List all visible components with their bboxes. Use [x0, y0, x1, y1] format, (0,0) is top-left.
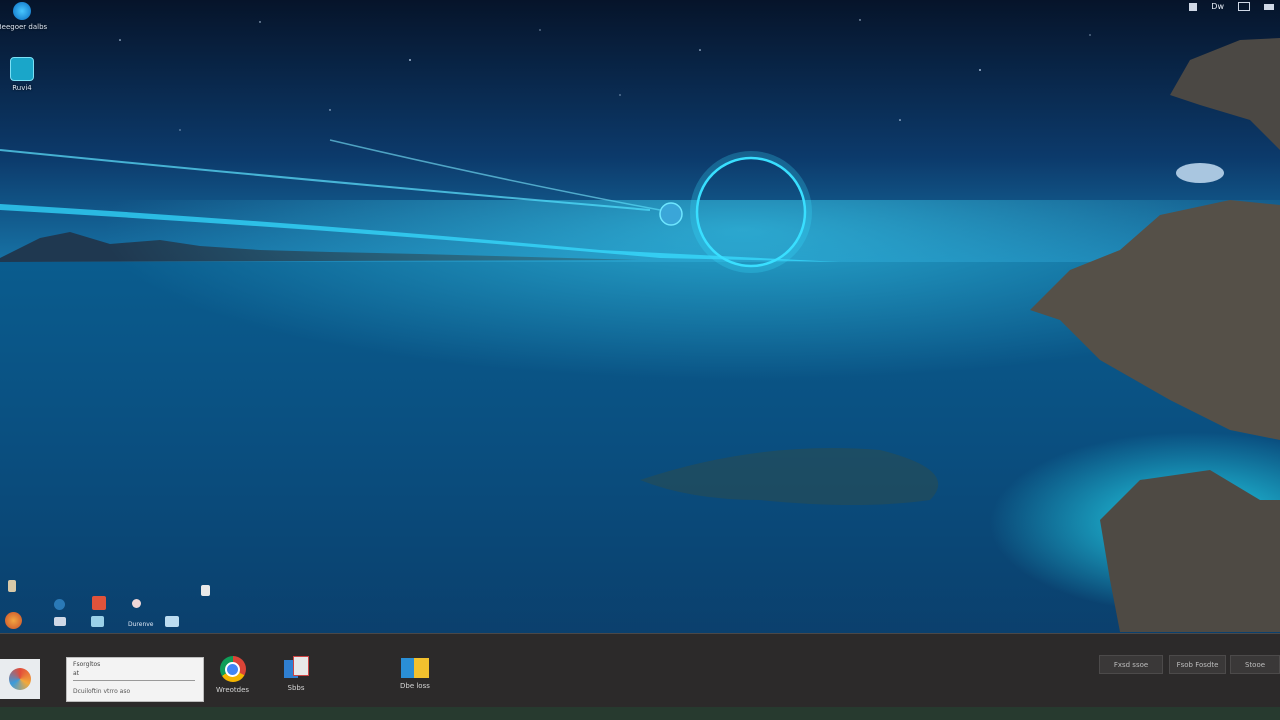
tray-button-2[interactable]: Fsob Fosdte: [1169, 655, 1226, 674]
taskbar-item-chrome[interactable]: Wreotdes: [216, 656, 249, 694]
display-icon[interactable]: [1238, 2, 1250, 11]
window-divider: [73, 680, 195, 681]
top-tray: Dw: [1189, 2, 1274, 11]
monitor-icon[interactable]: [54, 617, 66, 626]
photos-icon[interactable]: [5, 612, 22, 629]
globe-icon[interactable]: [54, 599, 65, 610]
window-title: Fsorgltos: [73, 661, 101, 668]
desktop-icon-label: Ruvi4: [12, 84, 32, 92]
flower-icon[interactable]: [132, 599, 141, 608]
taskbar-item-label: Dbe loss: [400, 682, 430, 690]
taskbar-item-files[interactable]: Sbbs: [284, 656, 309, 692]
desktop-cluster-label: Durenve: [128, 621, 154, 628]
taskbar-window-preview[interactable]: Fsorgltos at Dcuiloftin vtrro aso: [66, 657, 204, 702]
desktop-wallpaper: [0, 0, 1280, 707]
tree-icon[interactable]: [8, 580, 16, 592]
folder-icon: [400, 656, 429, 678]
network-icon[interactable]: [1189, 2, 1198, 11]
app-icon: [10, 57, 34, 81]
tray-text[interactable]: Dw: [1211, 2, 1224, 11]
desktop-icon-edge[interactable]: Beegoer dalbs: [0, 2, 48, 31]
taskbar-item-label: Wreotdes: [216, 686, 250, 694]
chrome-icon: [219, 656, 246, 682]
window-line: Dcuiloftin vtrro aso: [73, 688, 131, 695]
taskbar-item-label: Sbbs: [287, 684, 305, 692]
bottom-strip: [0, 707, 1280, 720]
taskbar-item-explorer[interactable]: Dbe loss: [400, 656, 430, 690]
doc-icon[interactable]: [201, 585, 210, 596]
edge-icon: [13, 2, 31, 20]
picture-icon[interactable]: [91, 616, 104, 627]
battery-icon[interactable]: [1264, 3, 1274, 10]
files-icon: [284, 656, 309, 680]
store-icon[interactable]: [92, 596, 106, 610]
window-icon[interactable]: [165, 616, 179, 627]
desktop-icon-label: Beegoer dalbs: [0, 23, 48, 31]
tray-button-3[interactable]: Stooe: [1230, 655, 1280, 674]
desktop-icon-app[interactable]: Ruvi4: [0, 57, 44, 92]
photos-app-icon: [0, 659, 40, 699]
taskbar-item-photos[interactable]: [0, 659, 40, 699]
window-line: at: [73, 670, 80, 677]
tray-button-1[interactable]: Fxsd ssoe: [1099, 655, 1163, 674]
